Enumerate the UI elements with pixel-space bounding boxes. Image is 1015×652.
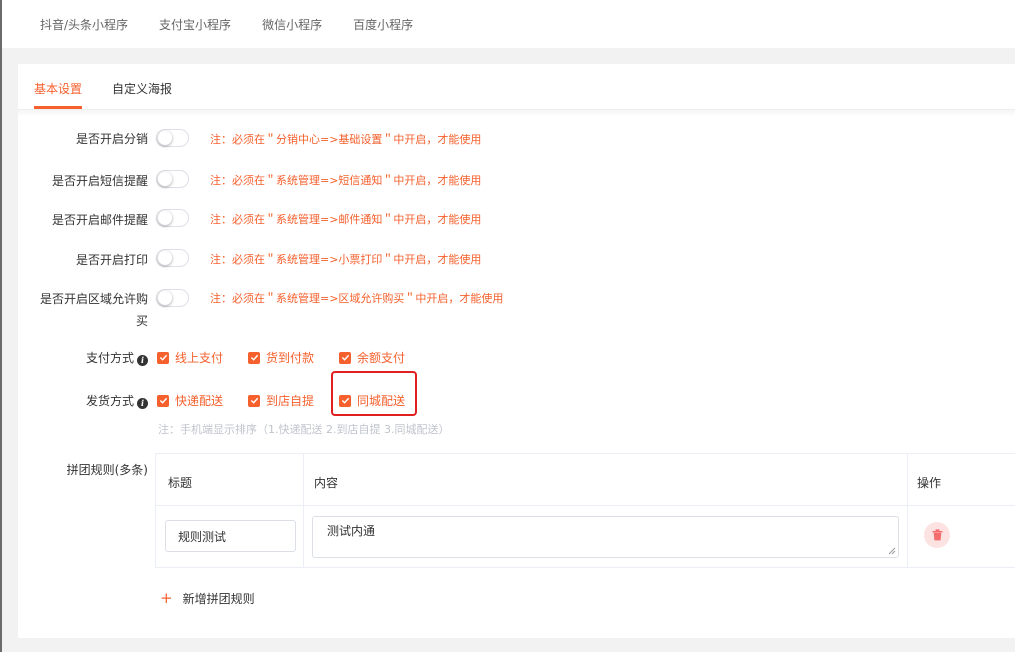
resize-grip-icon[interactable] <box>888 547 896 555</box>
payment-balance-checkbox[interactable]: 余额支付 <box>339 349 405 366</box>
sms-toggle[interactable] <box>156 170 189 188</box>
sms-note: 注：必须在＂系统管理=>短信通知＂中开启，才能使用 <box>210 174 482 187</box>
delivery-order-hint: 注：手机端显示排序（1.快递配送 2.到店自提 3.同城配送） <box>158 423 450 436</box>
email-toggle[interactable] <box>156 209 189 227</box>
delivery-express-checkbox[interactable]: 快递配送 <box>157 392 223 409</box>
distribution-note: 注：必须在＂分销中心=>基础设置＂中开启，才能使用 <box>210 133 482 146</box>
region-note: 注：必须在＂系统管理=>区域允许购买＂中开启，才能使用 <box>210 292 504 305</box>
rule-content-text: 测试内通 <box>327 524 376 538</box>
plus-icon: + <box>160 589 173 607</box>
rule-title-input[interactable]: 规则测试 <box>165 520 296 552</box>
distribution-toggle[interactable] <box>156 129 189 147</box>
payment-label-text: 支付方式 <box>85 351 134 365</box>
payment-online-label: 线上支付 <box>175 351 224 365</box>
info-icon[interactable]: i <box>137 354 148 366</box>
toggle-knob <box>158 211 172 225</box>
rules-label: 拼团规则(多条) <box>66 463 148 477</box>
active-tab-indicator <box>34 106 82 109</box>
rule-content-textarea[interactable]: 测试内通 <box>312 516 899 558</box>
delivery-label-text: 发货方式 <box>85 394 134 408</box>
toggle-knob <box>158 251 172 265</box>
distribution-label: 是否开启分销 <box>75 132 148 146</box>
tab-baidu[interactable]: 百度小程序 <box>353 16 413 33</box>
toggle-knob <box>158 291 172 305</box>
check-icon <box>248 394 260 407</box>
tab-basic-settings[interactable]: 基本设置 <box>34 80 82 97</box>
toggle-knob <box>158 131 172 145</box>
tab-alipay[interactable]: 支付宝小程序 <box>159 16 231 33</box>
check-icon <box>157 394 169 407</box>
delivery-pickup-checkbox[interactable]: 到店自提 <box>248 392 314 409</box>
check-icon <box>339 351 351 364</box>
payment-online-checkbox[interactable]: 线上支付 <box>157 349 223 366</box>
print-toggle[interactable] <box>156 249 189 267</box>
delete-rule-button[interactable] <box>924 522 950 548</box>
email-note: 注：必须在＂系统管理=>邮件通知＂中开启，才能使用 <box>210 213 482 226</box>
check-icon <box>157 351 169 364</box>
delivery-pickup-label: 到店自提 <box>266 394 315 408</box>
delivery-express-label: 快递配送 <box>175 394 224 408</box>
platform-tabs: 抖音/头条小程序 支付宝小程序 微信小程序 百度小程序 <box>2 0 1015 48</box>
payment-cod-checkbox[interactable]: 货到付款 <box>248 349 314 366</box>
delivery-label: 发货方式 i <box>86 392 148 409</box>
region-label-line2: 买 <box>135 314 148 328</box>
check-icon <box>248 351 260 364</box>
highlight-annotation <box>331 371 417 416</box>
tab-custom-poster[interactable]: 自定义海报 <box>112 80 172 97</box>
payment-label: 支付方式 i <box>86 349 148 366</box>
tabs-shadow <box>18 110 1015 116</box>
tab-douyin[interactable]: 抖音/头条小程序 <box>40 16 128 33</box>
print-note: 注：必须在＂系统管理=>小票打印＂中开启，才能使用 <box>210 253 482 266</box>
column-divider <box>907 454 908 567</box>
email-label: 是否开启邮件提醒 <box>51 213 148 227</box>
toggle-knob <box>158 172 172 186</box>
add-rule-button[interactable]: + 新增拼团规则 <box>160 590 255 607</box>
info-icon[interactable]: i <box>137 397 148 409</box>
trash-icon <box>932 529 942 541</box>
add-rule-label: 新增拼团规则 <box>182 592 255 606</box>
column-divider <box>303 454 304 567</box>
payment-balance-label: 余额支付 <box>357 351 406 365</box>
sms-label: 是否开启短信提醒 <box>51 174 148 188</box>
print-label: 是否开启打印 <box>75 253 148 267</box>
region-label-line1: 是否开启区域允许购 <box>39 292 148 306</box>
rules-table: 标题 内容 操作 规则测试 测试内通 <box>155 453 1015 568</box>
column-action: 操作 <box>917 476 942 490</box>
region-toggle[interactable] <box>156 289 189 307</box>
payment-cod-label: 货到付款 <box>266 351 315 365</box>
tab-wechat[interactable]: 微信小程序 <box>262 16 322 33</box>
column-content: 内容 <box>314 476 339 490</box>
column-title: 标题 <box>168 476 193 490</box>
table-header: 标题 内容 操作 <box>156 454 1015 506</box>
settings-tabs: 基本设置 自定义海报 <box>18 64 1015 110</box>
